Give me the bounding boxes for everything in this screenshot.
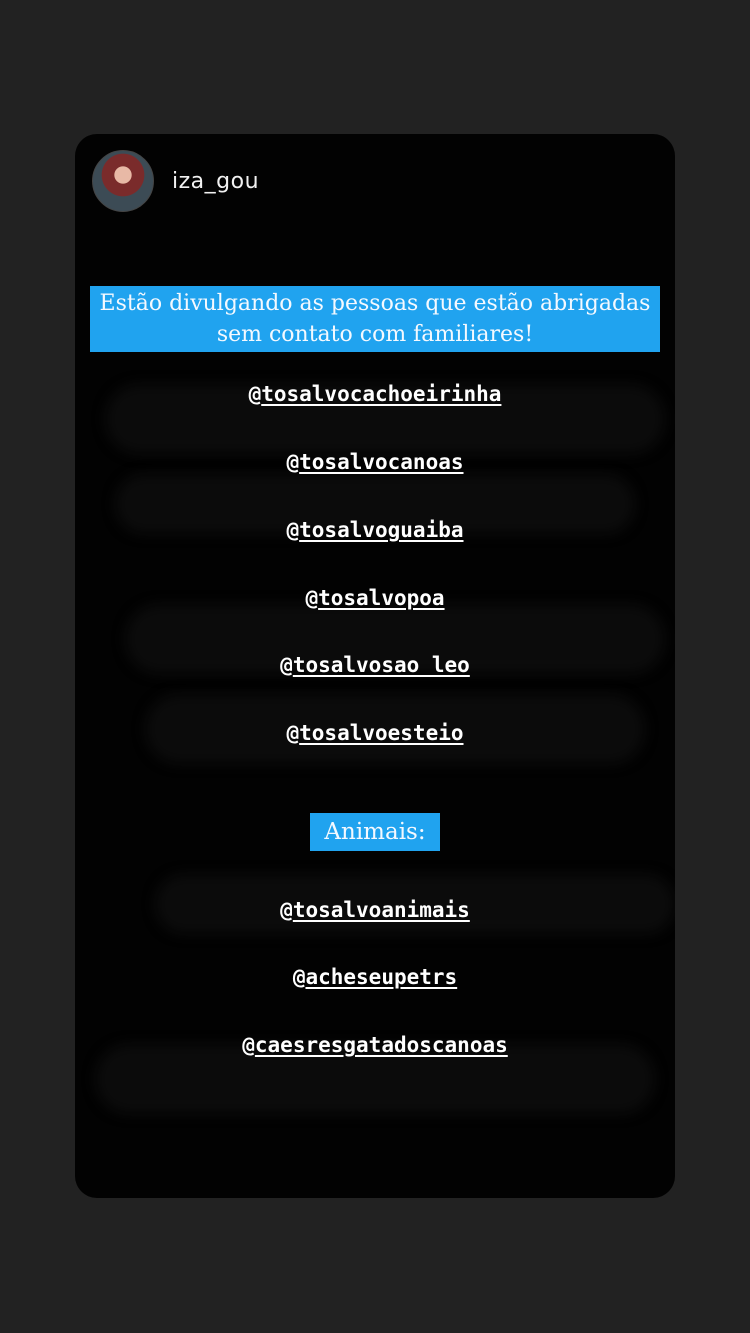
mention-link[interactable]: @tosalvocachoeirinha: [75, 381, 675, 407]
mention-link[interactable]: @tosalvosao_leo: [75, 652, 675, 678]
mention-name: tosalvopoa: [318, 586, 445, 610]
info-banner: Estão divulgando as pessoas que estão ab…: [90, 286, 660, 352]
mention-name: tosalvoesteio: [299, 721, 464, 745]
mention-link[interactable]: @tosalvoanimais: [75, 897, 675, 923]
mention-link[interactable]: @tosalvocanoas: [75, 449, 675, 475]
mention-name: acheseupetrs: [305, 965, 458, 989]
mention-link[interactable]: @tosalvopoa: [75, 585, 675, 611]
banner-text: Estão divulgando as pessoas que estão ab…: [99, 291, 651, 347]
mention-name: caesresgatadoscanoas: [254, 1033, 508, 1057]
mention-name: tosalvocachoeirinha: [261, 382, 502, 406]
story-header: iza_gou: [92, 150, 259, 212]
mention-link[interactable]: @caesresgatadoscanoas: [75, 1032, 675, 1058]
mention-link[interactable]: @acheseupetrs: [75, 964, 675, 990]
mention-link[interactable]: @tosalvoguaiba: [75, 517, 675, 543]
mention-link[interactable]: @tosalvoesteio: [75, 720, 675, 746]
at-sign: @: [286, 450, 300, 474]
animals-label: Animais:: [310, 813, 440, 851]
story-card[interactable]: iza_gou Estão divulgando as pessoas que …: [75, 134, 675, 1198]
username[interactable]: iza_gou: [172, 169, 259, 194]
at-sign: @: [286, 721, 300, 745]
mention-name: tosalvocanoas: [299, 450, 464, 474]
at-sign: @: [242, 1033, 255, 1057]
at-sign: @: [248, 382, 262, 406]
mention-name: tosalvoguaiba: [299, 518, 464, 542]
avatar[interactable]: [92, 150, 154, 212]
at-sign: @: [280, 653, 293, 677]
at-sign: @: [286, 518, 300, 542]
at-sign: @: [305, 586, 319, 610]
at-sign: @: [292, 965, 306, 989]
at-sign: @: [280, 898, 293, 922]
mention-name: tosalvosao_leo: [292, 653, 470, 677]
mention-name: tosalvoanimais: [292, 898, 470, 922]
